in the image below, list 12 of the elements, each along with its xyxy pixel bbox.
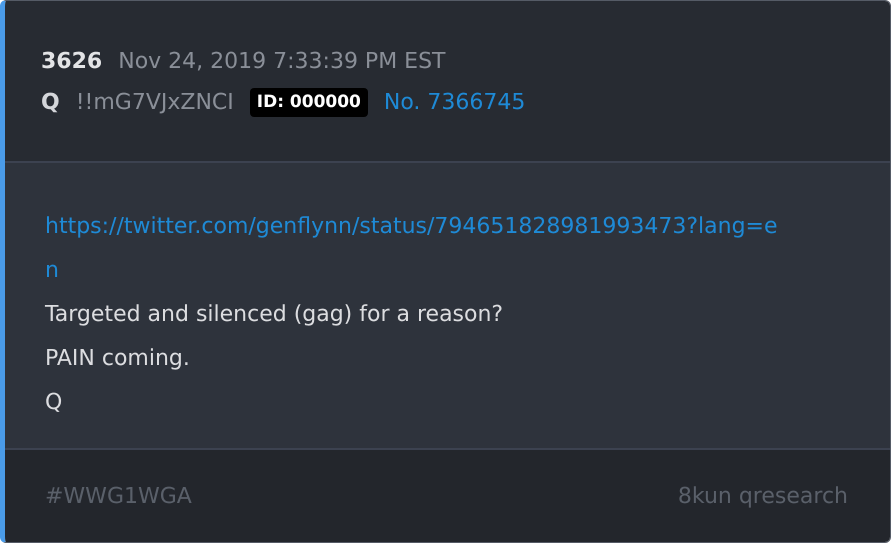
hashtag: #WWG1WGA — [45, 482, 192, 510]
post-text-line: PAIN coming. — [45, 345, 191, 373]
tweet-link[interactable]: https://twitter.com/genflynn/status/794651828981993473?lang=en — [45, 205, 785, 293]
tripcode: !!mG7VJxZNCI — [76, 89, 234, 117]
id-badge: ID: 000000 — [250, 88, 368, 118]
post-number: 3626 — [41, 48, 102, 76]
post-text-line: Targeted and silenced (gag) for a reason? — [45, 301, 504, 329]
post-link[interactable]: No. 7366745 — [384, 86, 526, 119]
post-timestamp: Nov 24, 2019 7:33:39 PM EST — [118, 48, 446, 76]
post-text-line: Q — [45, 389, 64, 417]
author-name: Q — [41, 89, 60, 117]
source-label: 8kun qresearch — [678, 482, 848, 510]
